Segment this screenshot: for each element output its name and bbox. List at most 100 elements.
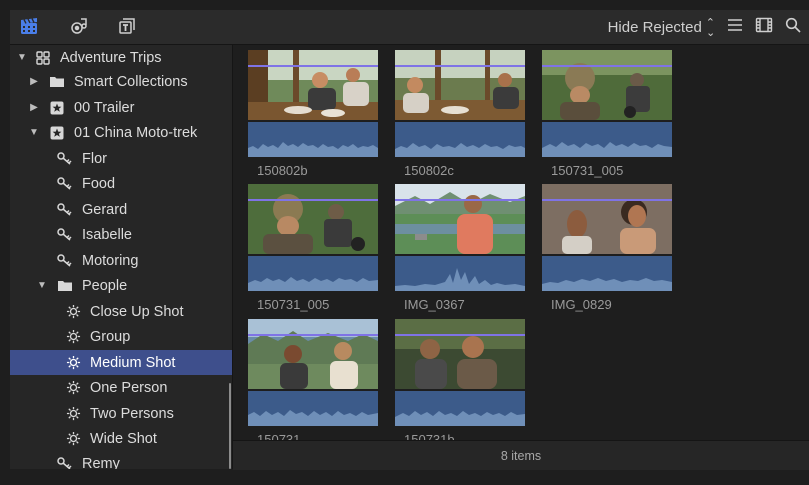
keyword-key-icon (56, 227, 74, 243)
disclosure-expanded-icon[interactable]: ▼ (16, 52, 28, 63)
clip-thumbnail[interactable]: 150731 (248, 319, 378, 447)
event-star-icon (48, 125, 66, 141)
sidebar-item-label: One Person (90, 379, 168, 396)
filmstrip-icon[interactable] (755, 17, 773, 37)
browser-bottom-clip (233, 473, 809, 485)
clip-thumbnail[interactable]: 150731_005 (248, 184, 378, 312)
disclosure-expanded-icon[interactable]: ▼ (36, 280, 48, 291)
sidebar-item-food[interactable]: Food (10, 171, 232, 196)
clapper-icon[interactable] (18, 15, 40, 37)
sidebar-item-label: Smart Collections (74, 73, 188, 90)
library-grid-icon (34, 50, 52, 66)
clip-filmstrip-image (542, 184, 672, 254)
search-icon[interactable] (785, 17, 801, 37)
sidebar-item-00-trailer[interactable]: ▶ 00 Trailer (10, 95, 232, 120)
filter-popup[interactable]: Hide Rejected ⌃ ⌃ (607, 17, 715, 38)
sidebar-item-label: People (82, 277, 128, 294)
disclosure-collapsed-icon[interactable]: ▶ (28, 102, 40, 113)
favorite-range-bar (395, 334, 525, 336)
sidebar-item-gerard[interactable]: Gerard (10, 197, 232, 222)
sidebar-item-group[interactable]: Group (10, 324, 232, 349)
clip-thumbnail[interactable]: IMG_0367 (395, 184, 525, 312)
sidebar-item-smart-collections[interactable]: ▶ Smart Collections (10, 69, 232, 94)
smart-gear-icon (64, 304, 82, 320)
audio-waveform (248, 391, 378, 426)
audio-waveform (542, 256, 672, 291)
audio-waveform (248, 122, 378, 157)
sidebar-item-label: Two Persons (90, 405, 174, 422)
favorite-range-bar (248, 65, 378, 67)
sidebar-item-label: Remy (82, 455, 120, 470)
favorite-range-bar (542, 199, 672, 201)
sidebar-item-label: Food (82, 175, 116, 192)
keyword-key-icon (56, 202, 74, 218)
sidebar-item-flor[interactable]: Flor (10, 146, 232, 171)
favorite-range-bar (248, 334, 378, 336)
clip-filmstrip-image (542, 50, 672, 120)
clip-filmstrip-image (395, 319, 525, 389)
clip-name: 150731_005 (257, 297, 330, 312)
clip-name: 150731_005 (551, 163, 624, 178)
sidebar-item-one-person[interactable]: One Person (10, 375, 232, 400)
clip-filmstrip-image (248, 184, 378, 254)
clip-name: IMG_0367 (404, 297, 465, 312)
sidebar-item-label: 01 China Moto-trek (74, 124, 198, 141)
audio-waveform (395, 122, 525, 157)
clip-filmstrip-image (395, 50, 525, 120)
keyword-key-icon (56, 253, 74, 269)
audio-waveform (542, 122, 672, 157)
chevron-updown-icon: ⌃ ⌃ (705, 17, 715, 38)
keyword-key-icon (56, 151, 74, 167)
clip-thumbnail[interactable]: 150802b (248, 50, 378, 178)
folder-icon (48, 74, 66, 90)
sidebar-item-two-persons[interactable]: Two Persons (10, 401, 232, 426)
libraries-sidebar: ▼ Adventure Trips ▶ Smart Collections ▶ … (10, 45, 233, 469)
filter-label: Hide Rejected (607, 18, 702, 36)
favorite-range-bar (542, 65, 672, 67)
sidebar-item-label: 00 Trailer (74, 99, 135, 116)
smart-gear-icon (64, 380, 82, 396)
favorite-range-bar (248, 199, 378, 201)
list-view-icon[interactable] (727, 18, 743, 36)
clip-filmstrip-image (248, 50, 378, 120)
item-count: 8 items (500, 448, 542, 463)
clip-thumbnail[interactable]: 150802c (395, 50, 525, 178)
clip-filmstrip-image (248, 319, 378, 389)
smart-gear-icon (64, 329, 82, 345)
sidebar-item-adventure-trips[interactable]: ▼ Adventure Trips (10, 45, 232, 70)
audio-waveform (395, 391, 525, 426)
browser-footer: 8 items (233, 440, 809, 470)
titles-generators-icon[interactable] (116, 15, 138, 37)
sidebar-item-label: Wide Shot (90, 430, 157, 447)
sidebar-item-close-up-shot[interactable]: Close Up Shot (10, 299, 232, 324)
clip-thumbnail[interactable]: 150731b (395, 319, 525, 447)
clip-thumbnail[interactable]: 150731_005 (542, 50, 672, 178)
sidebar-item-medium-shot[interactable]: Medium Shot (10, 350, 232, 375)
sidebar-item-label: Adventure Trips (60, 49, 162, 66)
clip-filmstrip-image (395, 184, 525, 254)
clip-browser: 150802b 150802c 150731_005 150731_005 IM… (233, 45, 809, 485)
sidebar-item-wide-shot[interactable]: Wide Shot (10, 426, 232, 451)
sidebar-item-remy[interactable]: Remy (10, 451, 232, 470)
disclosure-expanded-icon[interactable]: ▼ (28, 127, 40, 138)
smart-gear-icon (64, 355, 82, 371)
audio-waveform (248, 256, 378, 291)
sidebar-item-01-china-moto-trek[interactable]: ▼ 01 China Moto-trek (10, 120, 232, 145)
sidebar-item-isabelle[interactable]: Isabelle (10, 222, 232, 247)
browser-toolbar: Hide Rejected ⌃ ⌃ (10, 10, 809, 45)
sidebar-item-label: Motoring (82, 252, 139, 269)
favorite-range-bar (395, 199, 525, 201)
audio-waveform (395, 256, 525, 291)
photos-audio-icon[interactable] (68, 15, 90, 37)
clip-name: 150802c (404, 163, 454, 178)
sidebar-item-people[interactable]: ▼ People (10, 273, 232, 298)
favorite-range-bar (395, 65, 525, 67)
disclosure-collapsed-icon[interactable]: ▶ (28, 76, 40, 87)
smart-gear-icon (64, 406, 82, 422)
sidebar-item-label: Close Up Shot (90, 303, 184, 320)
sidebar-item-motoring[interactable]: Motoring (10, 248, 232, 273)
sidebar-item-label: Isabelle (82, 226, 132, 243)
sidebar-item-label: Gerard (82, 201, 128, 218)
sidebar-scrollbar[interactable] (229, 383, 231, 469)
clip-thumbnail[interactable]: IMG_0829 (542, 184, 672, 312)
